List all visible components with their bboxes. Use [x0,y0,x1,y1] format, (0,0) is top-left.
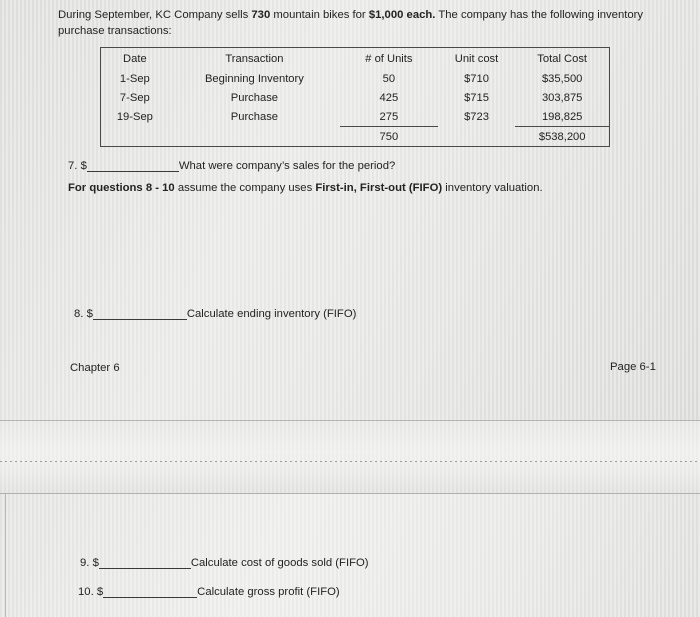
table-row: 1-Sep Beginning Inventory 50 $710 $35,50… [101,69,609,88]
column-header-transaction: Transaction [225,52,284,65]
question-8-number: 8. [74,308,84,320]
cell-total-cost: $35,500 [541,72,583,85]
note-question-range: For questions 8 - 10 [68,182,175,194]
cell-unit-cost: $723 [464,110,489,123]
cell-total-total-cost: $538,200 [538,130,586,143]
question-9: 9. $ Calculate cost of goods sold (FIFO) [80,557,369,569]
cell-units: 425 [379,91,399,104]
question-7-text: What were company’s sales for the period… [178,160,396,172]
intro-text-part-2: mountain bikes for [270,9,369,21]
question-10: 10. $ Calculate gross profit (FIFO) [78,586,340,598]
question-7: 7. $ What were company’s sales for the pe… [68,160,395,172]
note-fifo-term: First-in, First-out (FIFO) [315,182,443,194]
column-header-date: Date [123,52,147,65]
question-7-answer-blank[interactable] [86,171,179,172]
question-10-number: 10. [78,586,94,598]
cell-total-cost: 198,825 [515,107,609,127]
cell-units: 50 [382,72,396,85]
cell-unit-cost: $715 [464,91,489,104]
cell-date: 19-Sep [116,110,153,123]
question-8: 8. $ Calculate ending inventory (FIFO) [74,308,356,320]
fifo-instruction-note: For questions 8 - 10 assume the company … [68,182,543,194]
column-header-units: # of Units [365,52,413,65]
cell-total-date [101,127,169,147]
question-10-answer-blank[interactable] [103,597,198,598]
scanned-worksheet-page: { "document": { "intro_part1": "During S… [0,0,700,617]
cell-total-transaction [169,127,340,147]
column-header-unit-cost: Unit cost [454,52,499,65]
page-fold-band [0,420,700,494]
question-8-text: Calculate ending inventory (FIFO) [186,308,357,320]
table-row: 19-Sep Purchase 275 $723 198,825 [101,107,609,127]
inventory-purchase-table: Date Transaction # of Units Unit cost To… [100,47,610,147]
question-10-text: Calculate gross profit (FIFO) [197,586,340,598]
cell-total-units: 750 [379,130,399,143]
inventory-table-grid: Date Transaction # of Units Unit cost To… [101,48,609,146]
column-header-total-cost: Total Cost [537,52,588,65]
cell-units: 275 [340,107,438,127]
intro-text-part-1: During September, KC Company sells [58,9,252,21]
cell-transaction: Beginning Inventory [204,72,304,85]
question-9-number: 9. [80,557,90,569]
question-8-answer-blank[interactable] [92,319,187,320]
cell-unit-cost: $710 [464,72,489,85]
note-tail-text: inventory valuation. [442,182,543,194]
intro-unit-price: $1,000 each. [368,9,436,21]
question-7-number: 7. [68,160,78,172]
question-9-text: Calculate cost of goods sold (FIFO) [190,557,369,569]
intro-units-sold: 730 [251,9,271,21]
chapter-label: Chapter 6 [70,362,120,374]
cell-date: 7-Sep [119,91,150,104]
question-9-answer-blank[interactable] [98,568,191,569]
cell-transaction: Purchase [230,110,279,123]
intro-paragraph: During September, KC Company sells 730 m… [58,8,666,39]
page-fold-top-line [0,420,700,421]
cell-total-cost: 303,875 [541,91,583,104]
cell-date: 1-Sep [119,72,150,85]
table-row: 7-Sep Purchase 425 $715 303,875 [101,88,609,107]
page-two-surface [0,494,700,617]
page-two-left-edge-line [5,494,6,617]
page-fold-dotted-line [0,461,700,462]
cell-transaction: Purchase [230,91,279,104]
cell-total-unit-cost [438,127,516,147]
note-mid-text: assume the company uses [174,182,316,194]
table-header-row: Date Transaction # of Units Unit cost To… [101,48,609,69]
page-number-label: Page 6-1 [610,361,656,373]
table-totals-row: 750 $538,200 [101,127,609,147]
